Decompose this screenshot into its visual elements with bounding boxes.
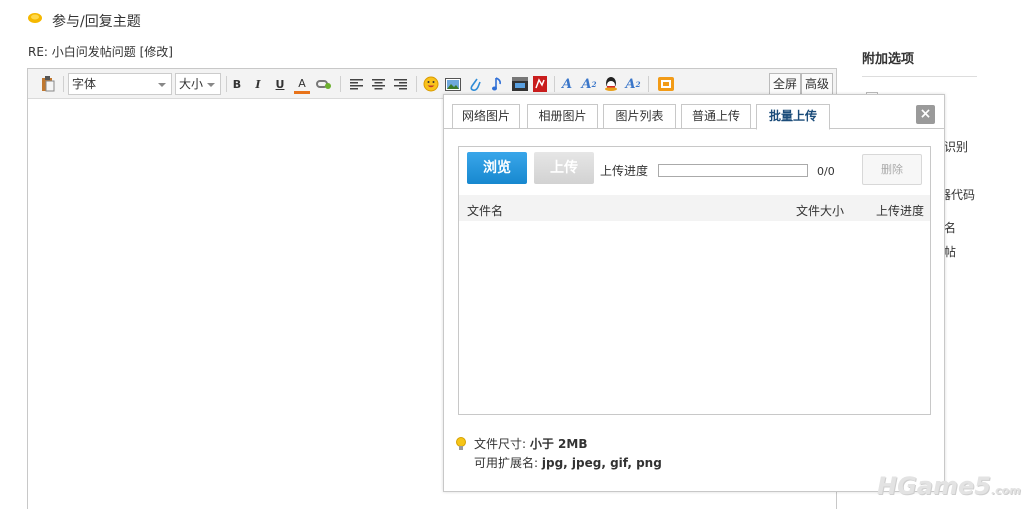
flash-icon[interactable] — [532, 76, 548, 92]
align-center-icon[interactable] — [370, 76, 386, 92]
close-icon[interactable]: × — [916, 105, 935, 124]
tab-album-image[interactable]: 相册图片 — [527, 104, 598, 129]
fullscreen-button[interactable]: 全屏 — [769, 73, 802, 95]
file-size-label: 文件尺寸: — [474, 437, 527, 451]
post-subject: RE: 小白问发帖问题 [修改] — [28, 45, 173, 59]
upload-panel: 浏览 上传 上传进度 0/0 删除 文件名 文件大小 上传进度 — [458, 146, 931, 415]
upload-button[interactable]: 上传 — [534, 152, 594, 184]
bold-button[interactable]: B — [229, 76, 245, 92]
subscript-icon[interactable]: A2 — [625, 76, 641, 92]
page-title: 参与/回复主题 — [52, 14, 141, 30]
italic-button[interactable]: I — [250, 76, 266, 92]
more-icon[interactable] — [658, 76, 674, 92]
option-label: 名 — [944, 221, 957, 235]
file-size-info: 文件尺寸: 小于 2MB — [474, 435, 588, 452]
quote-style-icon[interactable]: A — [559, 76, 575, 92]
paste-icon[interactable] — [40, 76, 56, 92]
chevron-down-icon — [158, 83, 166, 87]
delete-button[interactable]: 删除 — [862, 154, 922, 185]
extra-options-title: 附加选项 — [862, 52, 915, 67]
smiley-icon[interactable] — [423, 76, 439, 92]
tab-normal-upload[interactable]: 普通上传 — [681, 104, 751, 129]
chevron-down-icon — [207, 83, 215, 87]
column-progress: 上传进度 — [876, 204, 925, 218]
link-icon[interactable] — [316, 76, 332, 92]
file-ext-value: jpg, jpeg, gif, png — [541, 456, 662, 470]
file-table-header: 文件名 文件大小 上传进度 — [459, 195, 930, 221]
tab-web-image[interactable]: 网络图片 — [452, 104, 520, 129]
image-upload-dialog: 网络图片 相册图片 图片列表 普通上传 批量上传 × 浏览 上传 上传进度 0/… — [443, 94, 945, 492]
reply-topic-icon — [28, 13, 42, 23]
font-select[interactable]: 字体 — [68, 73, 172, 95]
qq-icon[interactable] — [603, 76, 619, 92]
video-icon[interactable] — [512, 76, 528, 92]
file-ext-label: 可用扩展名: — [474, 456, 539, 470]
column-filesize: 文件大小 — [796, 204, 845, 218]
option-label: 帖 — [944, 245, 957, 259]
size-select[interactable]: 大小 — [175, 73, 221, 95]
tab-batch-upload[interactable]: 批量上传 — [756, 104, 830, 130]
size-select-label: 大小 — [179, 77, 204, 91]
font-select-label: 字体 — [72, 77, 97, 91]
superscript-icon[interactable]: A2 — [581, 76, 597, 92]
file-size-value: 小于 2MB — [529, 437, 588, 451]
upload-progress-bar — [658, 164, 808, 177]
option-label: 识别 — [944, 140, 969, 154]
progress-label: 上传进度 — [600, 164, 649, 178]
align-left-icon[interactable] — [348, 76, 364, 92]
font-color-label: A — [298, 77, 306, 90]
advanced-button[interactable]: 高级 — [801, 73, 834, 95]
tab-image-list[interactable]: 图片列表 — [603, 104, 676, 129]
align-right-icon[interactable] — [392, 76, 408, 92]
attachment-icon[interactable] — [467, 76, 483, 92]
lightbulb-icon — [456, 437, 466, 450]
divider — [862, 76, 977, 77]
underline-button[interactable]: U — [272, 76, 288, 92]
column-filename: 文件名 — [467, 204, 504, 218]
file-ext-info: 可用扩展名: jpg, jpeg, gif, png — [474, 454, 662, 471]
music-icon[interactable] — [489, 76, 505, 92]
image-icon[interactable] — [445, 76, 461, 92]
font-color-button[interactable]: A — [294, 76, 310, 94]
browse-button[interactable]: 浏览 — [467, 152, 527, 184]
watermark-logo: HGame5.com — [877, 472, 1021, 500]
progress-count: 0/0 — [817, 165, 835, 178]
